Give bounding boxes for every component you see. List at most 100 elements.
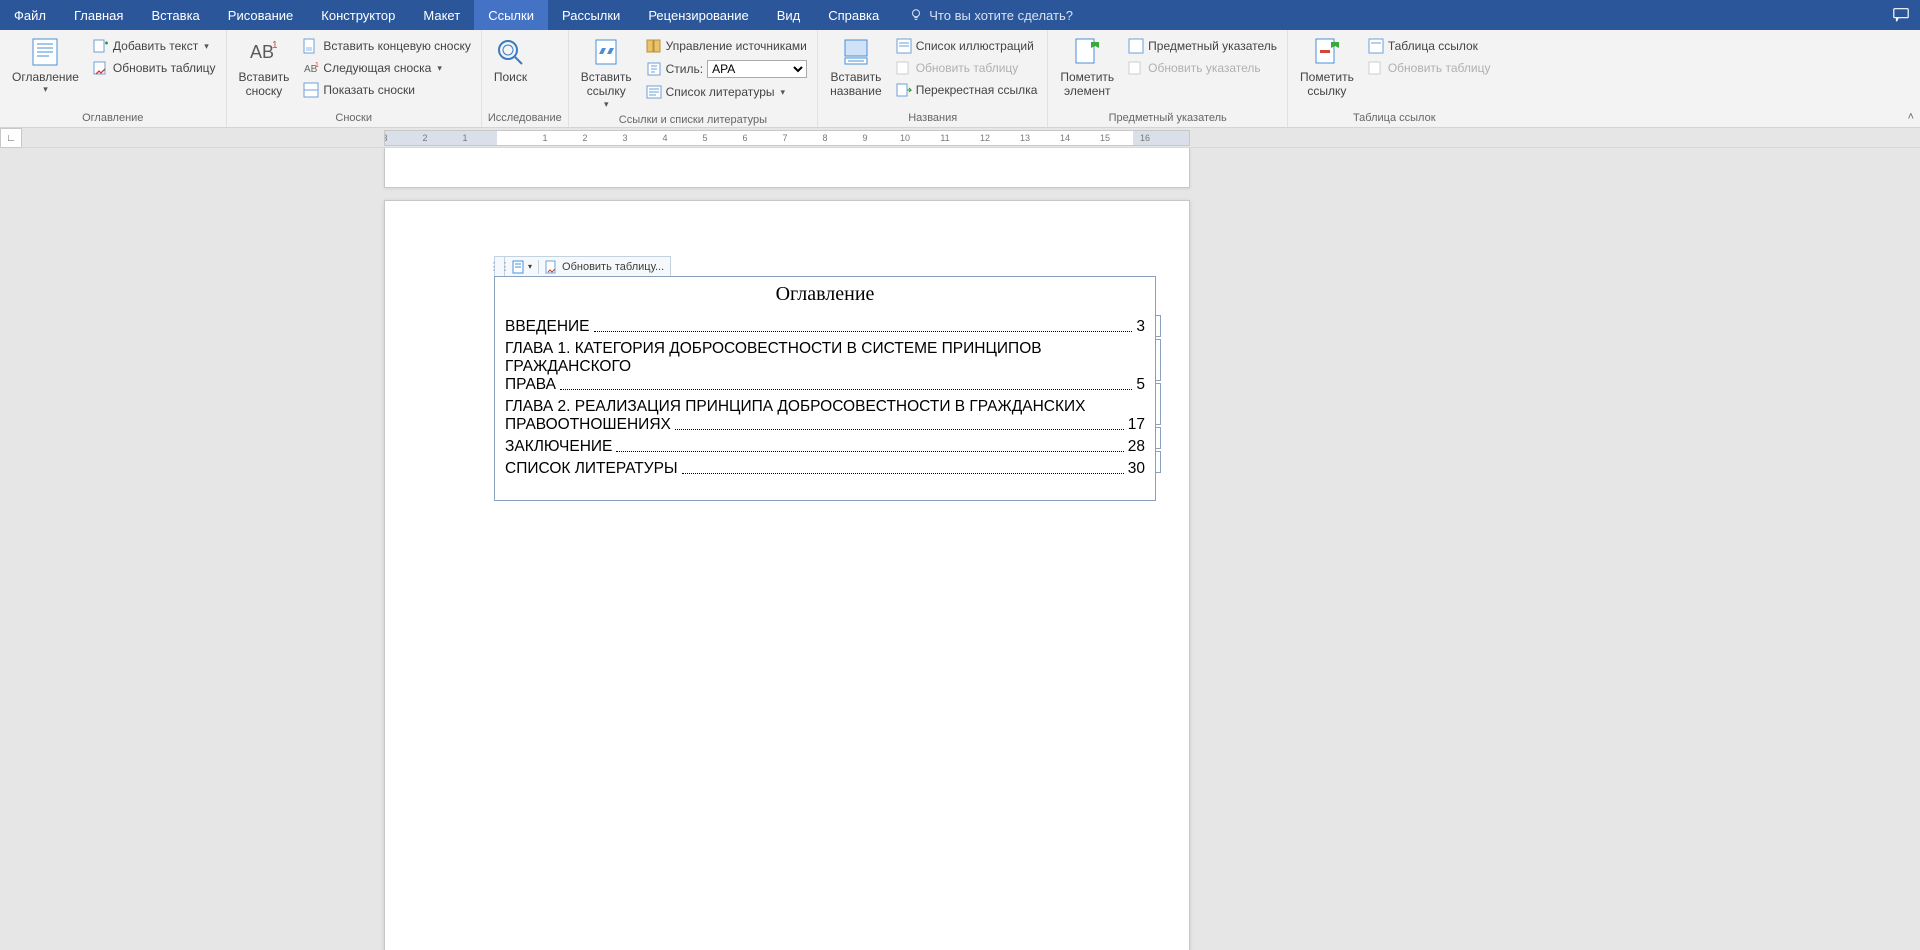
show-notes-label: Показать сноски: [323, 83, 415, 97]
drag-handle-icon[interactable]: ⋮⋮: [495, 257, 505, 276]
mark-citation-button[interactable]: Пометить ссылку: [1294, 34, 1360, 101]
update-toc-button[interactable]: Обновить таблицу: [89, 58, 220, 78]
toc-entry[interactable]: ВВЕДЕНИЕ 3: [495, 316, 1155, 338]
search-button[interactable]: Поиск: [488, 34, 533, 86]
insert-index-button[interactable]: Предметный указатель: [1124, 36, 1281, 56]
toc-row-bracket: [1155, 427, 1161, 449]
tell-me-placeholder: Что вы хотите сделать?: [929, 8, 1073, 23]
show-notes-button[interactable]: Показать сноски: [299, 80, 474, 100]
mark-citation-label: Пометить ссылку: [1300, 70, 1354, 99]
add-text-label: Добавить текст: [113, 39, 198, 53]
group-research: Поиск Исследование: [482, 30, 569, 127]
update-tof-button[interactable]: Обновить таблицу: [892, 58, 1042, 78]
table-of-figures-button[interactable]: Список иллюстраций: [892, 36, 1042, 56]
citation-style-select[interactable]: APA: [707, 60, 807, 78]
tab-review[interactable]: Рецензирование: [634, 0, 762, 30]
document-area[interactable]: ⋮⋮ ▾ Обновить таблицу... Оглавление ВВЕД…: [0, 148, 1920, 950]
toc-entry-text: ГЛАВА 1. КАТЕГОРИЯ ДОБРОСОВЕСТНОСТИ В СИ…: [505, 340, 1042, 375]
chevron-down-icon: ▾: [43, 84, 48, 95]
manage-sources-icon: [646, 38, 662, 54]
citation-icon: [590, 36, 622, 68]
footnote-icon: AB1: [248, 36, 280, 68]
tab-draw[interactable]: Рисование: [214, 0, 307, 30]
toc-entry-text: ПРАВА: [505, 376, 556, 394]
search-icon: [494, 36, 526, 68]
update-toa-button[interactable]: Обновить таблицу: [1364, 58, 1495, 78]
insert-caption-button[interactable]: Вставить название: [824, 34, 888, 101]
update-toa-label: Обновить таблицу: [1388, 61, 1491, 75]
insert-index-label: Предметный указатель: [1148, 39, 1277, 53]
insert-citation-button[interactable]: Вставить ссылку ▾: [575, 34, 638, 112]
insert-toa-button[interactable]: Таблица ссылок: [1364, 36, 1495, 56]
collapse-ribbon-button[interactable]: ˄: [1908, 111, 1914, 123]
update-icon: [1128, 60, 1144, 76]
insert-caption-label: Вставить название: [830, 70, 882, 99]
toc-entry[interactable]: СПИСОК ЛИТЕРАТУРЫ 30: [495, 458, 1155, 480]
toc-update-button[interactable]: Обновить таблицу...: [539, 257, 670, 276]
endnote-icon: [303, 38, 319, 54]
toc-entry[interactable]: ЗАКЛЮЧЕНИЕ 28: [495, 436, 1155, 458]
group-toa: Пометить ссылку Таблица ссылок Обновить …: [1288, 30, 1500, 127]
toc-leader: [675, 429, 1124, 430]
update-tof-label: Обновить таблицу: [916, 61, 1019, 75]
tab-file[interactable]: Файл: [0, 0, 60, 30]
insert-footnote-label: Вставить сноску: [239, 70, 290, 99]
toc-entry-page: 3: [1136, 318, 1145, 336]
toc-entry-text: ВВЕДЕНИЕ: [505, 318, 590, 336]
group-footnotes: AB1 Вставить сноску Вставить концевую сн…: [227, 30, 482, 127]
chevron-down-icon: ▾: [204, 41, 209, 52]
bibliography-button[interactable]: Список литературы ▾: [642, 82, 811, 102]
toc-entry-page: 17: [1128, 416, 1145, 434]
tof-icon: [896, 38, 912, 54]
menu-bar: Файл Главная Вставка Рисование Конструкт…: [0, 0, 1920, 30]
tab-layout[interactable]: Макет: [409, 0, 474, 30]
toc-options-button[interactable]: ▾: [505, 257, 538, 276]
tab-design[interactable]: Конструктор: [307, 0, 409, 30]
chevron-down-icon: ▾: [604, 99, 609, 110]
update-index-button[interactable]: Обновить указатель: [1124, 58, 1281, 78]
mark-entry-label: Пометить элемент: [1060, 70, 1114, 99]
toc-icon: [29, 36, 61, 68]
toc-entry[interactable]: ГЛАВА 2. РЕАЛИЗАЦИЯ ПРИНЦИПА ДОБРОСОВЕСТ…: [495, 396, 1155, 436]
toc-row-bracket: [1155, 315, 1161, 337]
insert-toa-label: Таблица ссылок: [1388, 39, 1478, 53]
tof-label: Список иллюстраций: [916, 39, 1034, 53]
group-captions: Вставить название Список иллюстраций Обн…: [818, 30, 1048, 127]
toc-entry-text: СПИСОК ЛИТЕРАТУРЫ: [505, 460, 678, 478]
insert-footnote-button[interactable]: AB1 Вставить сноску: [233, 34, 296, 101]
tab-help[interactable]: Справка: [814, 0, 893, 30]
tab-view[interactable]: Вид: [763, 0, 815, 30]
update-toc-label: Обновить таблицу: [113, 61, 216, 75]
tab-mailings[interactable]: Рассылки: [548, 0, 634, 30]
toc-entry-page: 28: [1128, 438, 1145, 456]
toc-row-bracket: [1155, 339, 1161, 381]
tab-insert[interactable]: Вставка: [137, 0, 213, 30]
group-toc: Оглавление ▾ Добавить текст ▾ Обновить т…: [0, 30, 227, 127]
toa-icon: [1368, 38, 1384, 54]
tab-references[interactable]: Ссылки: [474, 0, 548, 30]
tab-home[interactable]: Главная: [60, 0, 137, 30]
next-footnote-label: Следующая сноска: [323, 61, 431, 75]
toc-button[interactable]: Оглавление ▾: [6, 34, 85, 97]
manage-sources-button[interactable]: Управление источниками: [642, 36, 811, 56]
tell-me-search[interactable]: Что вы хотите сделать?: [909, 0, 1073, 30]
toc-entry[interactable]: ГЛАВА 1. КАТЕГОРИЯ ДОБРОСОВЕСТНОСТИ В СИ…: [495, 338, 1155, 396]
crossref-icon: [896, 82, 912, 98]
tab-selector[interactable]: ∟: [0, 128, 22, 148]
add-text-button[interactable]: Добавить текст ▾: [89, 36, 220, 56]
toc-entry-text: ГЛАВА 2. РЕАЛИЗАЦИЯ ПРИНЦИПА ДОБРОСОВЕСТ…: [505, 398, 1086, 415]
cross-reference-button[interactable]: Перекрестная ссылка: [892, 80, 1042, 100]
toc-field[interactable]: Оглавление ВВЕДЕНИЕ 3 ГЛАВА 1. КАТЕГОРИЯ…: [494, 276, 1156, 501]
group-citations: Вставить ссылку ▾ Управление источниками…: [569, 30, 818, 127]
insert-endnote-button[interactable]: Вставить концевую сноску: [299, 36, 474, 56]
group-footnotes-label: Сноски: [233, 110, 475, 127]
crossref-label: Перекрестная ссылка: [916, 83, 1038, 97]
next-footnote-button[interactable]: AB1 Следующая сноска ▾: [299, 58, 474, 78]
toc-entry-page: 30: [1128, 460, 1145, 478]
next-footnote-icon: AB1: [303, 60, 319, 76]
toc-leader: [594, 331, 1133, 332]
horizontal-ruler[interactable]: 32112345678910111213141516: [384, 130, 1190, 146]
comments-button[interactable]: [1892, 0, 1910, 30]
mark-entry-button[interactable]: Пометить элемент: [1054, 34, 1120, 101]
toc-leader: [560, 389, 1132, 390]
